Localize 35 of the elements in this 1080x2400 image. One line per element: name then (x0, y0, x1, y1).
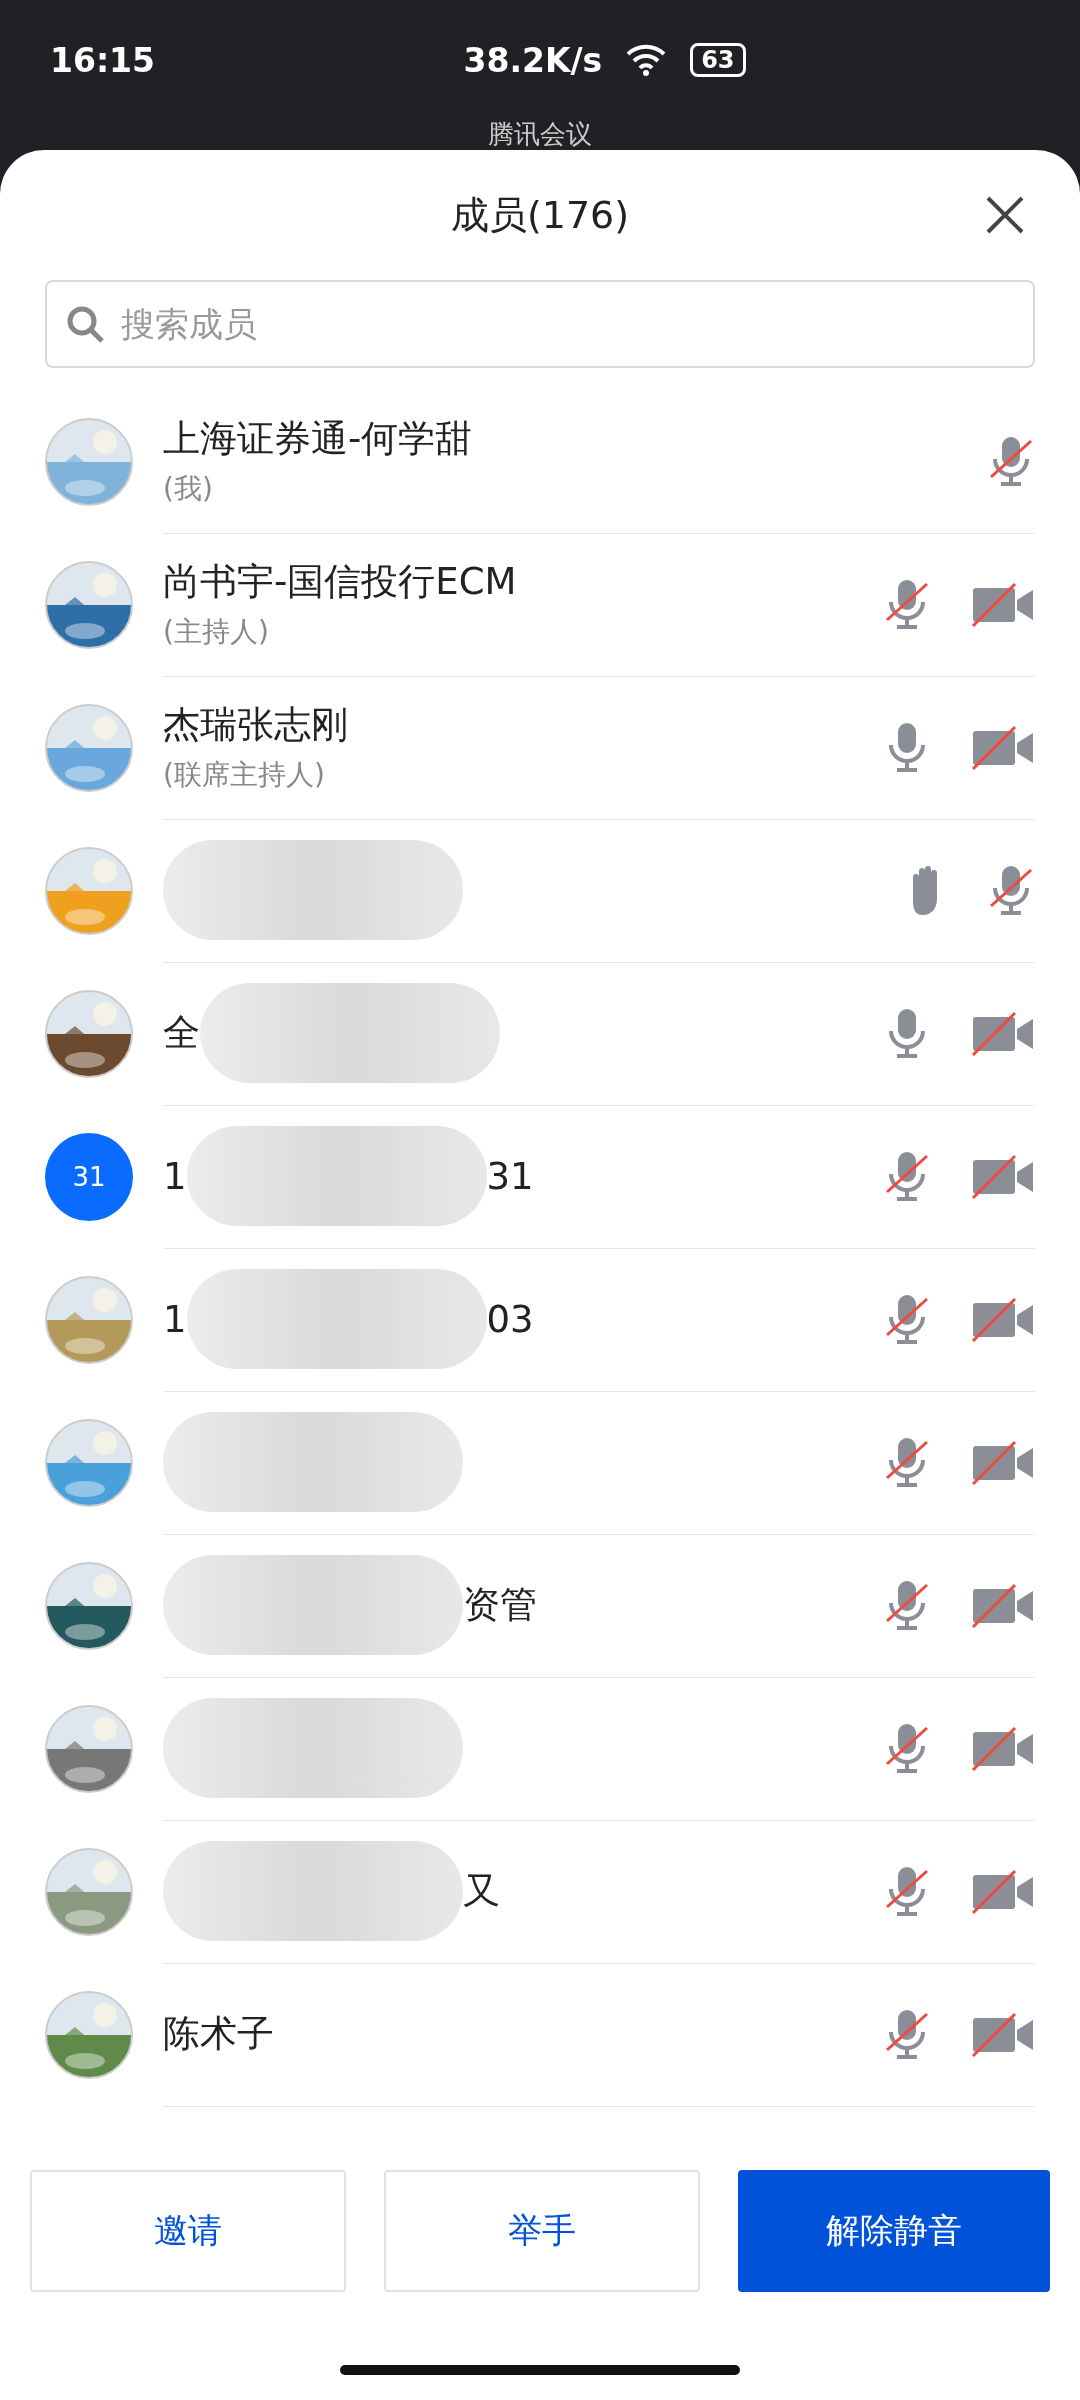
member-row[interactable]: 全 (0, 962, 1080, 1105)
member-role: (我) (163, 471, 214, 507)
action-button[interactable]: 举手 (384, 2170, 700, 2292)
primary-button[interactable]: 解除静音 (738, 2170, 1050, 2292)
member-name: 杰瑞张志刚 (163, 702, 348, 748)
sheet-title: 成员(176) (450, 191, 630, 239)
member-row[interactable]: 又 (0, 1820, 1080, 1963)
search-icon (65, 304, 105, 344)
member-name: 又 (463, 1868, 500, 1914)
network-speed: 38.2K/s (463, 40, 603, 80)
member-name: 1 (163, 1154, 187, 1198)
member-row[interactable]: 31 1 31 (0, 1105, 1080, 1248)
status-time: 16:15 (50, 40, 156, 80)
action-button[interactable]: 邀请 (30, 2170, 346, 2292)
member-row[interactable]: 尚书宇-国信投行ECM (主持人) (0, 533, 1080, 676)
member-name: 尚书宇-国信投行ECM (163, 559, 517, 605)
member-row[interactable]: 陈术子 (0, 1963, 1080, 2106)
member-name: 上海证券通-何学甜 (163, 416, 473, 462)
member-name: 陈术子 (163, 2011, 274, 2057)
member-role: (联席主持人) (163, 757, 326, 793)
member-row[interactable]: 资管 (0, 1534, 1080, 1677)
member-row[interactable]: 上海证券通-何学甜 (我) (0, 390, 1080, 533)
member-role: (主持人) (163, 614, 270, 650)
wifi-icon (626, 44, 667, 76)
member-row[interactable]: 1 03 (0, 1248, 1080, 1391)
member-name: 1 (163, 1297, 187, 1341)
member-name: 03 (486, 1297, 534, 1341)
search-field[interactable]: 搜索成员 (45, 280, 1035, 368)
member-name: 31 (486, 1154, 534, 1198)
member-name: 资管 (463, 1582, 537, 1628)
member-name: 全 (163, 1010, 200, 1056)
avatar: 31 (45, 1132, 133, 1221)
app-title: 腾讯会议 (488, 120, 592, 148)
member-row[interactable]: 杰瑞张志刚 (联席主持人) (0, 676, 1080, 819)
battery-level: 63 (690, 43, 746, 77)
